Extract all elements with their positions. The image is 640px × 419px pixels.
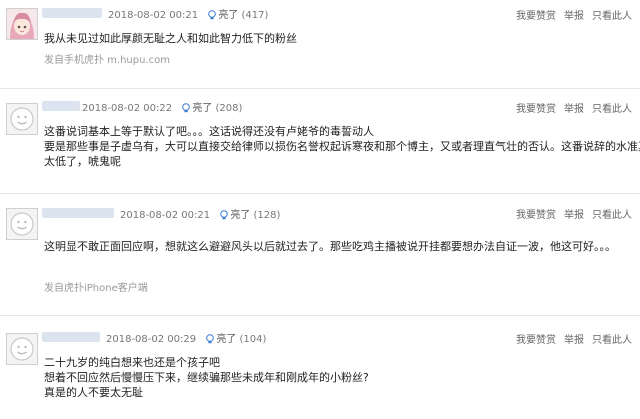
comment-meta: 2018-08-02 00:29 亮了 (104) <box>106 330 266 345</box>
comment-actions: 我要赞赏 举报 只看此人 <box>508 100 632 115</box>
comment-date: 2018-08-02 00:29 <box>106 334 197 345</box>
comment-line: 想着不回应然后慢慢压下来，继续骗那些未成年和刚成年的小粉丝? <box>44 371 369 384</box>
light-label[interactable]: 亮了 <box>192 103 212 114</box>
comment-text: 我从未见过如此厚颜无耻之人和如此智力低下的粉丝 <box>44 31 297 46</box>
avatar[interactable] <box>6 103 38 135</box>
comment-line: 这明显不敢正面回应啊，想就这么避避风头以后就过去了。那些吃鸡主播被说开挂都要想办… <box>44 240 616 253</box>
only-this-user-button[interactable]: 只看此人 <box>592 335 632 346</box>
tip-button[interactable]: 我要赞赏 <box>516 210 556 221</box>
comment-text: 这番说词基本上等于默认了吧。。。这话说得还没有卢姥爷的毒誓动人 要是那些事是子虚… <box>44 124 640 169</box>
light-bulb-icon[interactable] <box>207 10 217 20</box>
divider <box>0 193 640 194</box>
comment-date: 2018-08-02 00:21 <box>120 210 211 221</box>
comment-line: 这番说词基本上等于默认了吧。。。这话说得还没有卢姥爷的毒誓动人 <box>44 125 374 138</box>
comment-text: 这明显不敢正面回应啊，想就这么避避风头以后就过去了。那些吃鸡主播被说开挂都要想办… <box>44 239 616 254</box>
comment-date: 2018-08-02 00:22 <box>82 103 173 114</box>
divider <box>0 315 640 316</box>
username[interactable] <box>42 208 114 218</box>
light-label[interactable]: 亮了 <box>218 10 238 21</box>
comment-actions: 我要赞赏 举报 只看此人 <box>508 206 632 221</box>
comment-item: 2018-08-02 00:21 亮了 (417) 我要赞赏 举报 只看此人 我从未… <box>0 0 640 88</box>
report-button[interactable]: 举报 <box>564 104 584 115</box>
username[interactable] <box>42 8 102 18</box>
report-button[interactable]: 举报 <box>564 210 584 221</box>
comment-line: 我从未见过如此厚颜无耻之人和如此智力低下的粉丝 <box>44 32 297 45</box>
default-avatar-icon <box>7 104 37 134</box>
tip-button[interactable]: 我要赞赏 <box>516 11 556 22</box>
light-bulb-icon[interactable] <box>181 103 191 113</box>
light-count: (128) <box>253 210 281 221</box>
comment-line: 二十九岁的纯白想来也还是个孩子吧 <box>44 356 220 369</box>
post-source: 发自虎扑iPhone客户端 <box>44 283 148 294</box>
only-this-user-button[interactable]: 只看此人 <box>592 104 632 115</box>
comment-meta: 2018-08-02 00:21 亮了 (128) <box>120 206 280 221</box>
only-this-user-button[interactable]: 只看此人 <box>592 210 632 221</box>
comment-meta: 2018-08-02 00:22 亮了 (208) <box>82 99 242 114</box>
only-this-user-button[interactable]: 只看此人 <box>592 11 632 22</box>
comment-actions: 我要赞赏 举报 只看此人 <box>508 7 632 22</box>
report-button[interactable]: 举报 <box>564 335 584 346</box>
post-source: 发自手机虎扑 m.hupu.com <box>44 55 170 66</box>
light-count: (417) <box>241 10 269 21</box>
default-avatar-icon <box>7 334 37 364</box>
avatar[interactable] <box>6 208 38 240</box>
username[interactable] <box>42 332 100 342</box>
divider <box>0 88 640 89</box>
default-avatar-icon <box>7 209 37 239</box>
light-count: (208) <box>215 103 243 114</box>
light-count: (104) <box>239 334 267 345</box>
light-label[interactable]: 亮了 <box>216 334 236 345</box>
anime-girl-avatar-icon <box>7 9 37 39</box>
username[interactable] <box>42 101 80 111</box>
avatar[interactable] <box>6 8 38 40</box>
comment-line: 太低了，唬鬼呢 <box>44 155 121 168</box>
comment-date: 2018-08-02 00:21 <box>108 10 199 21</box>
light-bulb-icon[interactable] <box>205 334 215 344</box>
comment-meta: 2018-08-02 00:21 亮了 (417) <box>108 6 268 21</box>
comment-line: 真是的人不要太无耻 <box>44 386 143 399</box>
comment-text: 二十九岁的纯白想来也还是个孩子吧 想着不回应然后慢慢压下来，继续骗那些未成年和刚… <box>44 355 369 400</box>
avatar[interactable] <box>6 333 38 365</box>
light-label[interactable]: 亮了 <box>230 210 250 221</box>
comment-line: 要是那些事是子虚乌有，大可以直接交给律师以损伤名誉权起诉寒夜和那个博主，又或者理… <box>44 140 640 153</box>
report-button[interactable]: 举报 <box>564 11 584 22</box>
comment-actions: 我要赞赏 举报 只看此人 <box>508 331 632 346</box>
tip-button[interactable]: 我要赞赏 <box>516 104 556 115</box>
light-bulb-icon[interactable] <box>219 210 229 220</box>
tip-button[interactable]: 我要赞赏 <box>516 335 556 346</box>
